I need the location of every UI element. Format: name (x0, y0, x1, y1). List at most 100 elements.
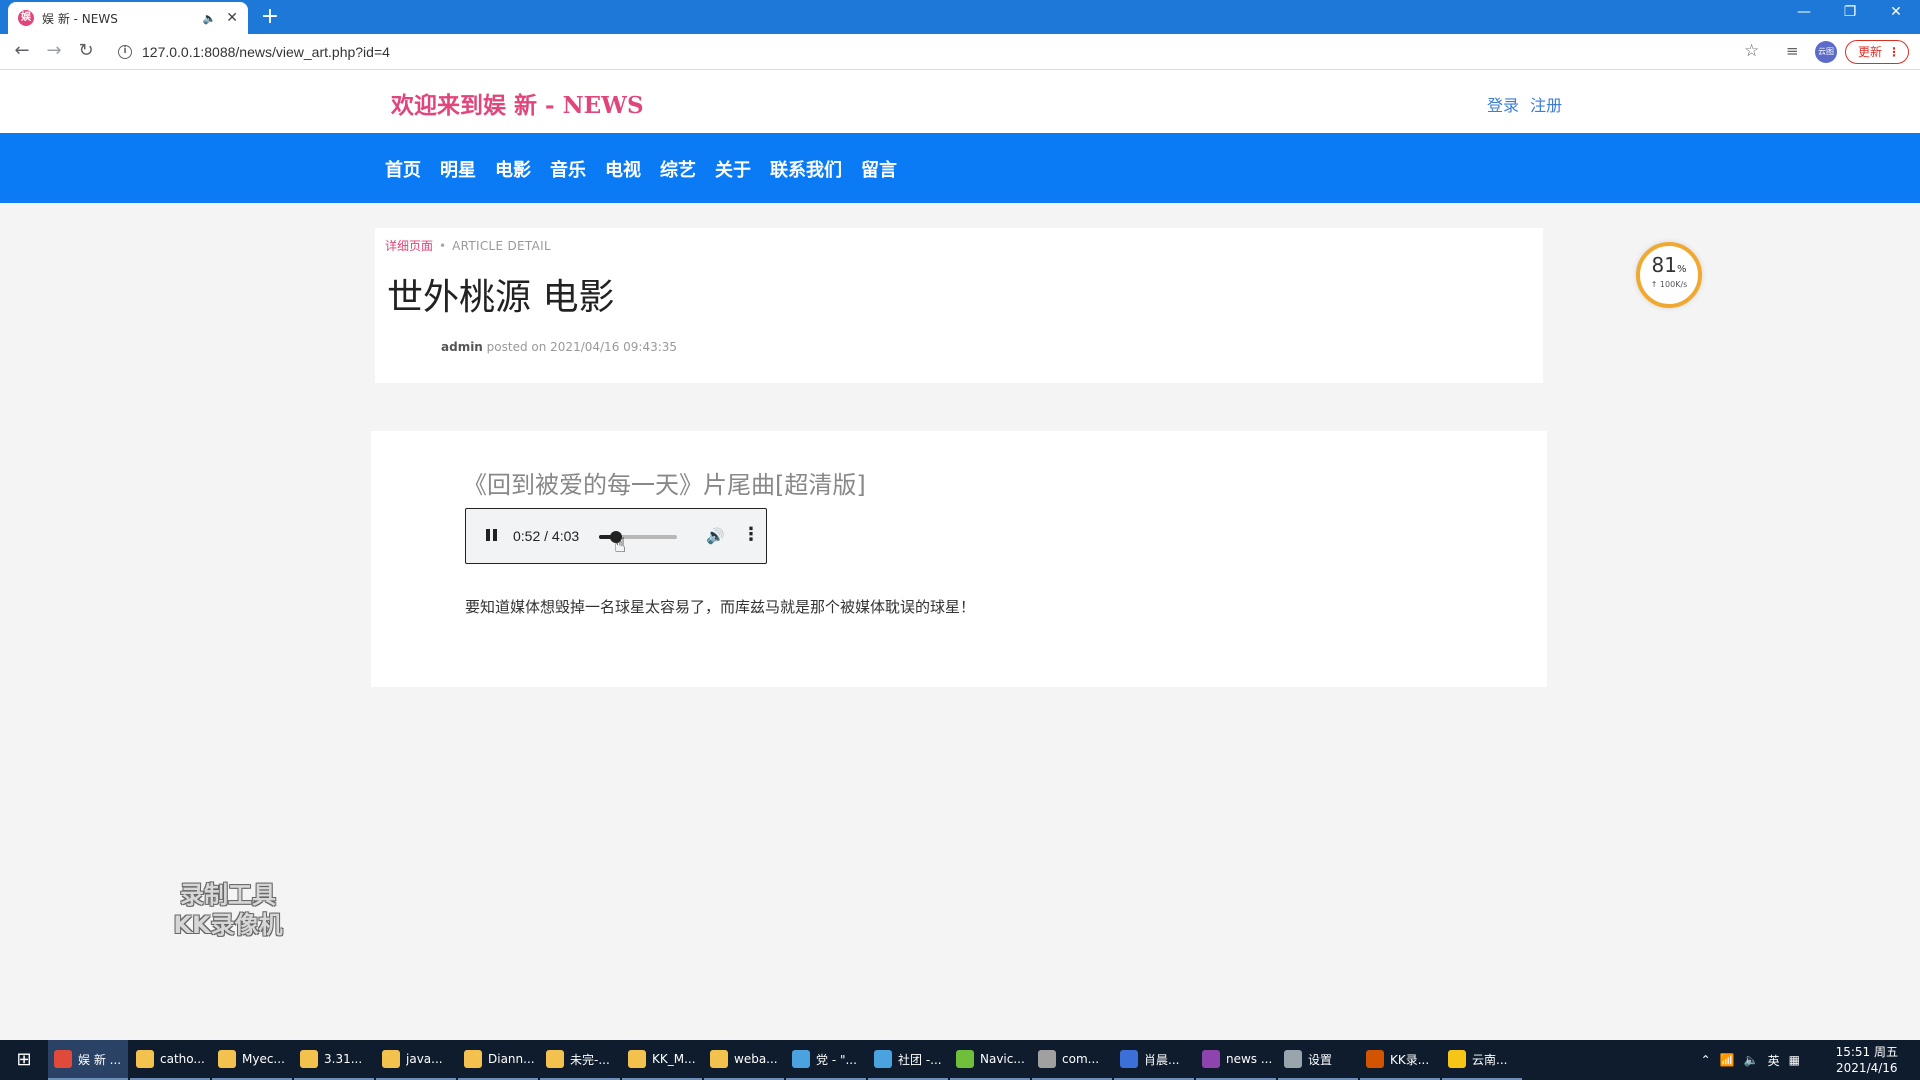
taskbar-item[interactable]: 未完-... (540, 1040, 620, 1080)
taskbar-app-icon (300, 1050, 318, 1068)
speed-percent-sign: % (1676, 264, 1687, 275)
address-bar[interactable]: i 127.0.0.1:8088/news/view_art.php?id=4 (110, 39, 1760, 65)
taskbar-item-label: 云南... (1472, 1052, 1508, 1067)
taskbar-item[interactable]: java... (376, 1040, 456, 1080)
url-text[interactable]: 127.0.0.1:8088/news/view_art.php?id=4 (142, 44, 390, 60)
close-tab-icon[interactable]: ✕ (226, 10, 238, 26)
reload-icon[interactable]: ↻ (75, 41, 97, 61)
taskbar-app-icon (382, 1050, 400, 1068)
taskbar-item[interactable]: com... (1032, 1040, 1112, 1080)
taskbar-app-icon (956, 1050, 974, 1068)
site-info-icon[interactable]: i (118, 45, 132, 59)
nav-item-stars[interactable]: 明星 (440, 156, 476, 182)
ime-icon[interactable]: ▦ (1789, 1053, 1800, 1067)
audio-seek-slider[interactable] (599, 531, 677, 543)
profile-avatar[interactable]: 云图 (1815, 41, 1837, 63)
nav-item-guestbook[interactable]: 留言 (861, 156, 897, 182)
volume-icon[interactable]: 🔊 (706, 527, 725, 545)
back-icon[interactable]: ← (11, 41, 33, 61)
article-author[interactable]: admin (441, 340, 483, 354)
nav-item-about[interactable]: 关于 (715, 156, 751, 182)
article-body-card: 《回到被爱的每一天》片尾曲[超清版] 0:52 / 4:03 🔊 ⋮ 要知道媒体… (371, 431, 1547, 687)
taskbar-item-label: news ... (1226, 1052, 1273, 1066)
more-options-icon[interactable]: ⋮ (742, 524, 760, 545)
taskbar-app-icon (1448, 1050, 1466, 1068)
nav-item-tv[interactable]: 电视 (605, 156, 641, 182)
taskbar-app-icon (1202, 1050, 1220, 1068)
audio-time-display: 0:52 / 4:03 (513, 528, 580, 544)
taskbar-item[interactable]: 娱 新 ... (48, 1040, 128, 1080)
watermark-line-2: KK录像机 (173, 911, 283, 939)
update-button[interactable]: 更新 ⋮ (1845, 40, 1909, 64)
new-tab-button[interactable]: + (258, 5, 282, 29)
breadcrumb-detail-page[interactable]: 详细页面 (385, 239, 433, 253)
taskbar-item[interactable]: Diann... (458, 1040, 538, 1080)
browser-toolbar: ← → ↻ i 127.0.0.1:8088/news/view_art.php… (0, 34, 1920, 70)
nav-item-home[interactable]: 首页 (385, 156, 421, 182)
taskbar-item[interactable]: 党 - "... (786, 1040, 866, 1080)
taskbar-item-label: Myec... (242, 1052, 285, 1066)
register-link[interactable]: 注册 (1530, 96, 1562, 115)
taskbar-item-label: 党 - "... (816, 1052, 857, 1067)
clock-date: 2021/4/16 (1836, 1061, 1898, 1075)
article-posted-date: posted on 2021/04/16 09:43:35 (482, 340, 678, 354)
taskbar-item-label: 肖晨... (1144, 1052, 1180, 1067)
taskbar-app-icon (1366, 1050, 1384, 1068)
taskbar-item[interactable]: KK_M... (622, 1040, 702, 1080)
breadcrumb-article-detail: ARTICLE DETAIL (452, 239, 551, 253)
close-window-button[interactable]: ✕ (1881, 4, 1911, 20)
bookmark-star-icon[interactable]: ☆ (1744, 41, 1759, 61)
nav-item-variety[interactable]: 综艺 (660, 156, 696, 182)
taskbar-app-icon (1038, 1050, 1056, 1068)
taskbar-app-icon (136, 1050, 154, 1068)
pause-icon[interactable] (486, 529, 497, 541)
taskbar-app-icon (464, 1050, 482, 1068)
taskbar-item[interactable]: Myec... (212, 1040, 292, 1080)
site-title[interactable]: 欢迎来到娱 新 - NEWS (391, 86, 644, 120)
site-favicon-icon: 娱 (18, 10, 34, 26)
minimize-window-button[interactable]: — (1789, 4, 1819, 20)
taskbar-item[interactable]: 社团 -... (868, 1040, 948, 1080)
taskbar-item[interactable]: 肖晨... (1114, 1040, 1194, 1080)
nav-item-music[interactable]: 音乐 (550, 156, 586, 182)
article-meta: admin posted on 2021/04/16 09:43:35 (441, 340, 677, 354)
taskbar-item[interactable]: 3.31... (294, 1040, 374, 1080)
mouse-cursor-icon: ☝ (614, 533, 627, 557)
browser-titlebar: 娱 娱 新 - NEWS 🔈 ✕ + — ❐ ✕ (0, 0, 1920, 34)
taskbar-item-label: Navic... (980, 1052, 1025, 1066)
tray-expand-icon[interactable]: ⌃ (1701, 1053, 1711, 1067)
article-body-text: 要知道媒体想毁掉一名球星太容易了，而库兹马就是那个被媒体耽误的球星！ (465, 598, 976, 616)
taskbar-item[interactable]: Navic... (950, 1040, 1030, 1080)
network-speed-widget[interactable]: 81% ↑ 100K/s (1636, 242, 1702, 308)
forward-icon[interactable]: → (43, 41, 65, 61)
taskbar-item[interactable]: weba... (704, 1040, 784, 1080)
volume-tray-icon[interactable]: 🔈 (1744, 1053, 1759, 1067)
taskbar-app-icon (1284, 1050, 1302, 1068)
system-clock[interactable]: 15:51 周五 2021/4/16 (1836, 1044, 1898, 1076)
nav-item-contact[interactable]: 联系我们 (770, 156, 842, 182)
input-language[interactable]: 英 (1768, 1052, 1780, 1069)
taskbar-app-icon (710, 1050, 728, 1068)
browser-tab-active[interactable]: 娱 娱 新 - NEWS 🔈 ✕ (8, 2, 248, 34)
taskbar-item[interactable]: news ... (1196, 1040, 1276, 1080)
windows-start-icon[interactable]: ⊞ (0, 1040, 48, 1080)
speed-percent: 81 (1651, 253, 1677, 277)
login-link[interactable]: 登录 (1487, 96, 1519, 115)
taskbar-item[interactable]: 设置 (1278, 1040, 1358, 1080)
reading-list-icon[interactable]: ≡ (1786, 42, 1799, 60)
article-title: 世外桃源 电影 (387, 277, 615, 318)
watermark-line-1: 录制工具 (180, 881, 276, 909)
taskbar-item-label: catho... (160, 1052, 205, 1066)
taskbar-item-label: 未完-... (570, 1052, 610, 1067)
taskbar-item[interactable]: catho... (130, 1040, 210, 1080)
taskbar-item[interactable]: 云南... (1442, 1040, 1522, 1080)
main-nav: 首页 明星 电影 音乐 电视 综艺 关于 联系我们 留言 (0, 133, 1920, 203)
tab-title: 娱 新 - NEWS (42, 11, 118, 26)
taskbar-item-label: 社团 -... (898, 1052, 942, 1067)
speaker-icon[interactable]: 🔈 (203, 12, 217, 25)
taskbar-item[interactable]: KK录... (1360, 1040, 1440, 1080)
wifi-icon[interactable]: 📶 (1720, 1053, 1735, 1067)
restore-window-button[interactable]: ❐ (1835, 4, 1865, 20)
breadcrumb-separator: • (439, 239, 447, 253)
nav-item-movies[interactable]: 电影 (495, 156, 531, 182)
